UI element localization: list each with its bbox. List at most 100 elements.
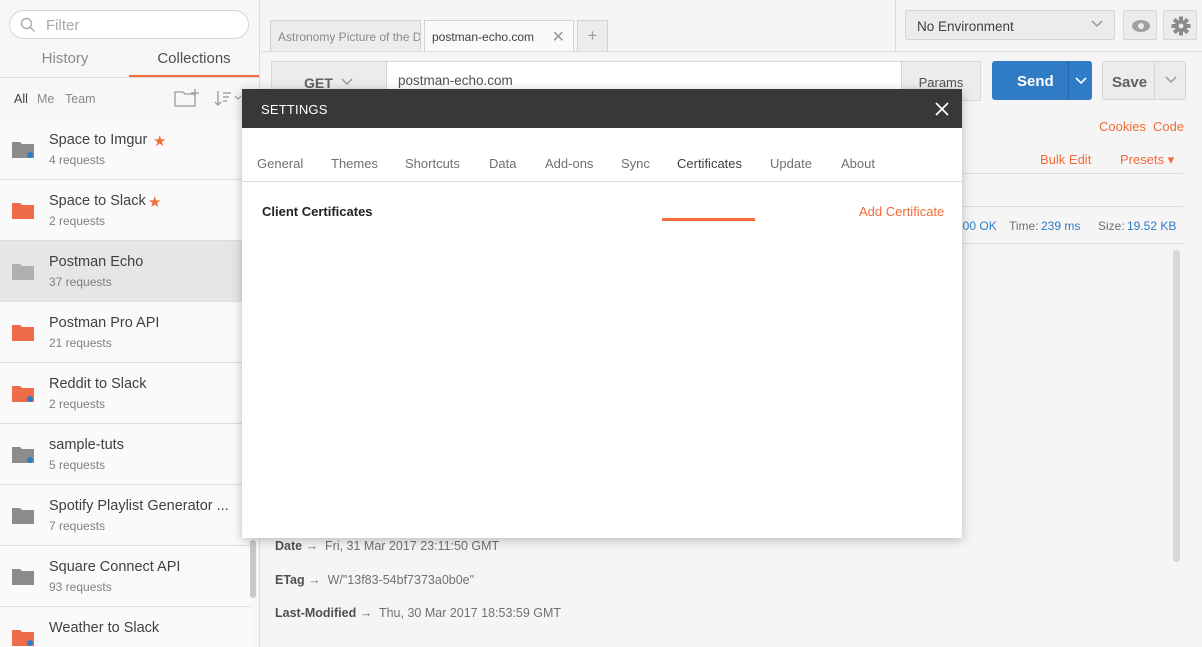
settings-modal: SETTINGS General Themes Shortcuts Data A… [242, 89, 962, 538]
sort-icon[interactable] [213, 88, 243, 108]
filter-team[interactable]: Team [65, 92, 96, 106]
folder-icon [12, 569, 34, 585]
collection-count: 37 requests [49, 275, 112, 289]
collection-filter-row: All Me Team [0, 85, 259, 113]
tab-shortcuts[interactable]: Shortcuts [405, 156, 460, 171]
collection-item[interactable]: Reddit to Slack 2 requests [0, 363, 250, 424]
cookies-link[interactable]: Cookies [1099, 119, 1146, 134]
tab-add-ons[interactable]: Add-ons [545, 156, 593, 171]
send-label: Send [1017, 73, 1054, 90]
collection-name: Postman Pro API [49, 315, 160, 331]
eye-icon [1132, 20, 1150, 32]
presets-link[interactable]: Presets ▾ [1120, 152, 1174, 168]
arrow-icon: → [308, 573, 321, 587]
collection-item[interactable]: Spotify Playlist Generator ... 7 request… [0, 485, 250, 546]
tab-update[interactable]: Update [770, 156, 812, 171]
response-scrollbar[interactable] [1173, 250, 1180, 562]
tab-certificates[interactable]: Certificates [677, 156, 742, 171]
tab-sync[interactable]: Sync [621, 156, 650, 171]
collection-item[interactable]: Postman Pro API 21 requests [0, 302, 250, 363]
star-icon[interactable]: ★ [153, 132, 166, 150]
section-title: Client Certificates [262, 204, 373, 219]
settings-tabs: General Themes Shortcuts Data Add-ons Sy… [242, 128, 962, 221]
tab-history[interactable]: History [0, 50, 130, 78]
environment-area: No Environment [895, 0, 1202, 52]
add-certificate-link[interactable]: Add Certificate [859, 204, 944, 219]
collection-count: 7 requests [49, 519, 106, 533]
collection-count: 2 requests [49, 214, 106, 228]
time-label: Time: [1009, 219, 1039, 233]
size-label: Size: [1098, 219, 1125, 233]
folder-icon [12, 264, 34, 280]
tab-data[interactable]: Data [489, 156, 516, 171]
environment-label: No Environment [917, 19, 1014, 34]
environment-select[interactable]: No Environment [905, 10, 1115, 40]
header-name: Last-Modified [275, 606, 357, 620]
tab-collections[interactable]: Collections [129, 50, 259, 78]
quick-look-button[interactable] [1123, 10, 1157, 40]
collection-item[interactable]: Space to Imgur ★ 4 requests [0, 119, 250, 180]
modal-header: SETTINGS [242, 89, 962, 128]
request-tab-postman-echo[interactable]: postman-echo.com ✕ [424, 20, 574, 51]
chevron-down-icon [1075, 77, 1087, 85]
send-dropdown[interactable] [1068, 61, 1092, 100]
folder-icon [12, 386, 34, 402]
close-icon[interactable] [932, 99, 952, 119]
collection-name: sample-tuts [49, 437, 124, 453]
tab-label: postman-echo.com [432, 30, 535, 44]
chevron-down-icon [341, 78, 353, 86]
collection-item[interactable]: Postman Echo 37 requests [0, 241, 250, 302]
collection-name: Postman Echo [49, 254, 144, 270]
collection-list: Space to Imgur ★ 4 requests Space to Sla… [0, 119, 250, 647]
response-header-row: Date → Fri, 31 Mar 2017 23:11:50 GMT [275, 539, 499, 553]
save-button[interactable]: Save [1102, 61, 1186, 100]
add-tab-button[interactable]: + [577, 20, 608, 51]
collection-count: 4 requests [49, 153, 106, 167]
search-icon [20, 17, 36, 33]
send-button[interactable]: Send [992, 61, 1092, 100]
sidebar-scrollbar[interactable] [250, 540, 256, 598]
collection-name: Space to Imgur [49, 132, 148, 148]
collection-name: Square Connect API [49, 559, 181, 575]
collection-item[interactable]: Weather to Slack [0, 607, 250, 647]
collection-name: Space to Slack [49, 193, 146, 209]
collection-count: 5 requests [49, 458, 106, 472]
bulk-edit-link[interactable]: Bulk Edit [1040, 152, 1091, 167]
save-dropdown[interactable] [1154, 62, 1186, 99]
code-link[interactable]: Code [1153, 119, 1184, 134]
tab-general[interactable]: General [257, 156, 303, 171]
time-value: 239 ms [1041, 219, 1081, 233]
collection-count: 93 requests [49, 580, 112, 594]
header-value: W/"13f83-54bf7373a0b0e" [327, 573, 475, 587]
filter-box [9, 10, 249, 39]
gear-icon [1171, 16, 1191, 36]
sidebar: History Collections All Me Team Space to… [0, 0, 260, 647]
request-tab-astronomy[interactable]: Astronomy Picture of the Day [270, 20, 421, 51]
response-header-row: ETag → W/"13f83-54bf7373a0b0e" [275, 573, 474, 587]
response-header-row: Last-Modified → Thu, 30 Mar 2017 18:53:5… [275, 606, 561, 620]
new-collection-icon[interactable] [174, 88, 200, 108]
filter-all[interactable]: All [14, 92, 28, 106]
header-name: ETag [275, 573, 305, 587]
collection-name: Spotify Playlist Generator ... [49, 498, 229, 514]
collection-count: 2 requests [49, 397, 106, 411]
filter-input[interactable] [46, 15, 236, 35]
size-value: 19.52 KB [1127, 219, 1177, 233]
request-tab-bar: Astronomy Picture of the Day postman-ech… [261, 0, 895, 52]
folder-icon [12, 447, 34, 463]
collection-item[interactable]: Square Connect API 93 requests [0, 546, 250, 607]
collection-item[interactable]: sample-tuts 5 requests [0, 424, 250, 485]
header-value: Thu, 30 Mar 2017 18:53:59 GMT [378, 606, 562, 620]
star-icon[interactable]: ★ [148, 193, 161, 211]
collection-count: 21 requests [49, 336, 112, 350]
tab-themes[interactable]: Themes [331, 156, 378, 171]
filter-me[interactable]: Me [37, 92, 54, 106]
collection-name: Reddit to Slack [49, 376, 147, 392]
close-tab-icon[interactable]: ✕ [552, 27, 565, 47]
collection-item[interactable]: Space to Slack ★ 2 requests [0, 180, 250, 241]
tab-about[interactable]: About [841, 156, 875, 171]
settings-button[interactable] [1163, 10, 1197, 40]
save-label: Save [1112, 74, 1148, 91]
chevron-down-icon [1091, 20, 1103, 28]
status-badge: 200 OK [956, 219, 997, 233]
